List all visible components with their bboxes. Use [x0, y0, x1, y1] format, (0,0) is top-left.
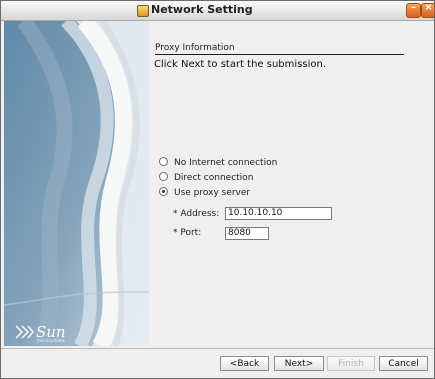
wizard-side-panel: Sun microsystems	[4, 21, 149, 346]
radio-no-internet[interactable]	[159, 157, 168, 166]
network-icon	[137, 5, 149, 17]
close-button[interactable]: ×	[421, 2, 434, 18]
wizard-button-bar: <Back Next> Finish Cancel	[1, 348, 434, 378]
sun-logo: Sun microsystems	[12, 323, 82, 343]
radio-direct-connection[interactable]	[159, 172, 168, 181]
port-label: * Port:	[173, 228, 202, 238]
minimize-icon: –	[411, 2, 416, 13]
title-bar[interactable]: Network Setting – ×	[1, 1, 434, 21]
minimize-button[interactable]: –	[406, 2, 421, 18]
back-button[interactable]: <Back	[220, 356, 269, 371]
option-direct-connection[interactable]: Direct connection	[159, 172, 254, 183]
close-icon: ×	[424, 2, 433, 13]
option-use-proxy-label: Use proxy server	[174, 188, 251, 198]
option-no-internet[interactable]: No Internet connection	[159, 157, 278, 168]
section-divider	[155, 54, 404, 55]
sun-logo-mark-icon	[15, 325, 34, 339]
option-use-proxy[interactable]: Use proxy server	[159, 187, 251, 198]
window-title: Network Setting	[151, 3, 253, 16]
instruction-text: Click Next to start the submission.	[154, 59, 327, 70]
address-label: * Address:	[173, 209, 220, 219]
proxy-settings-page: Proxy Information Click Next to start th…	[151, 21, 434, 346]
section-title: Proxy Information	[155, 43, 235, 53]
option-direct-connection-label: Direct connection	[174, 173, 254, 183]
finish-button[interactable]: Finish	[327, 356, 375, 371]
sun-tagline: microsystems	[37, 338, 65, 343]
radio-use-proxy[interactable]	[159, 187, 168, 196]
side-panel-graphic	[4, 21, 149, 346]
network-setting-dialog: Network Setting – × Sun microsystems Pro…	[0, 0, 435, 379]
cancel-button[interactable]: Cancel	[379, 356, 428, 371]
option-no-internet-label: No Internet connection	[174, 158, 278, 168]
port-input[interactable]: 8080	[225, 227, 269, 240]
next-button[interactable]: Next>	[274, 356, 324, 371]
address-input[interactable]: 10.10.10.10	[225, 207, 332, 220]
